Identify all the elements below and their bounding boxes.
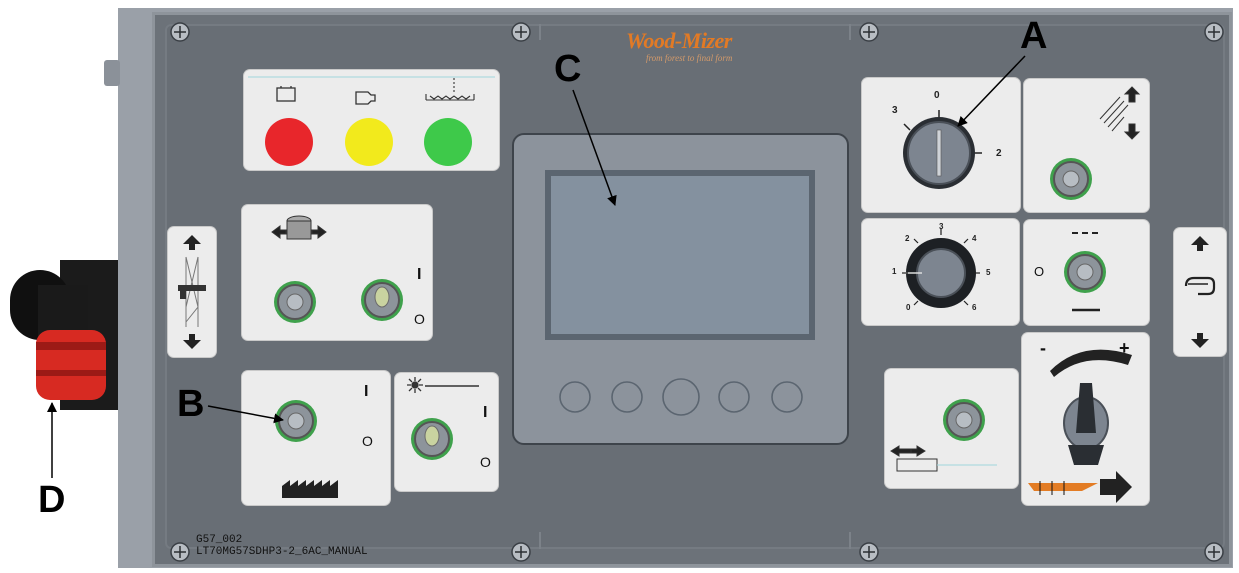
callout-d-label: D bbox=[38, 479, 66, 521]
callout-b-arrow bbox=[207, 405, 284, 424]
callout-a-arrow bbox=[957, 55, 1026, 127]
drawing-code-line-1: G57_002 bbox=[196, 534, 243, 546]
callout-b-label: B bbox=[177, 383, 205, 425]
callout-a-label: A bbox=[1020, 15, 1048, 57]
callout-arrows bbox=[47, 55, 1026, 478]
callout-c-arrow bbox=[572, 89, 617, 206]
drawing-code-line-2: LT70MG57SDHP3-2_6AC_MANUAL bbox=[196, 546, 368, 558]
callout-c-label: C bbox=[554, 48, 582, 90]
